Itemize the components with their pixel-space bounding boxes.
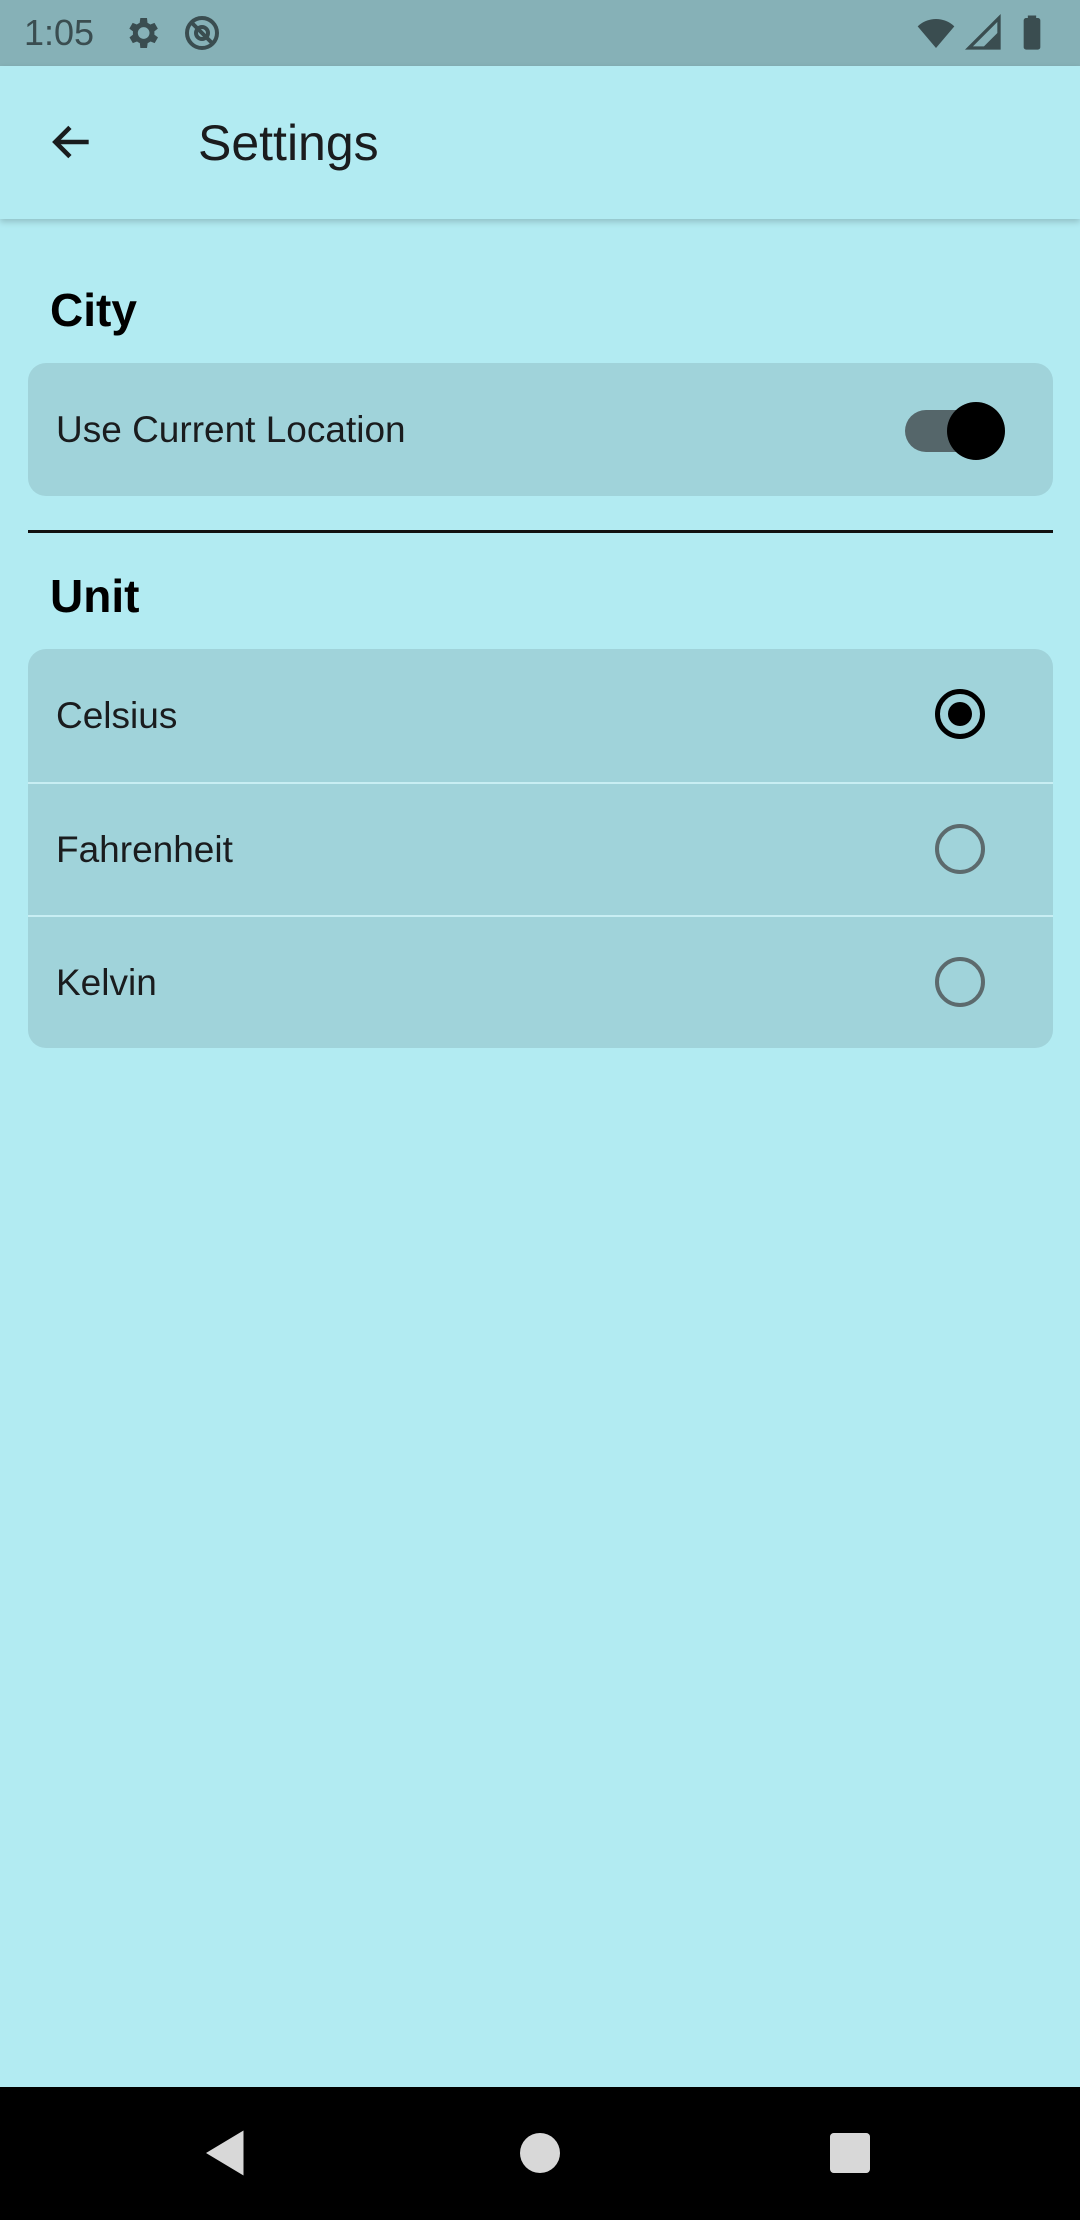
- toggle-thumb: [947, 402, 1005, 460]
- unit-option-celsius[interactable]: Celsius: [28, 649, 1053, 782]
- status-bar: 1:05: [0, 0, 1080, 66]
- use-current-location-toggle[interactable]: [905, 402, 1005, 460]
- use-current-location-label: Use Current Location: [56, 408, 406, 450]
- at-sign-icon: [182, 13, 222, 53]
- unit-option-label: Kelvin: [56, 961, 157, 1003]
- recents-square-icon: [820, 2133, 880, 2187]
- unit-option-kelvin[interactable]: Kelvin: [28, 915, 1053, 1048]
- radio-celsius[interactable]: [935, 689, 985, 739]
- radio-fahrenheit[interactable]: [935, 824, 985, 874]
- page-title: Settings: [198, 115, 379, 171]
- app-bar: Settings: [0, 66, 1080, 219]
- section-title-unit: Unit: [50, 570, 140, 622]
- wifi-icon: [916, 13, 956, 53]
- status-right-icons: [916, 13, 1060, 53]
- battery-icon: [1012, 13, 1052, 53]
- unit-option-label: Celsius: [56, 694, 178, 736]
- back-button[interactable]: [36, 108, 108, 180]
- arrow-left-icon: [47, 117, 97, 172]
- nav-back-button[interactable]: [196, 2123, 256, 2183]
- home-circle-icon: [510, 2133, 570, 2187]
- city-card: Use Current Location: [28, 363, 1053, 496]
- cellular-signal-icon: [964, 13, 1004, 53]
- nav-home-button[interactable]: [510, 2123, 570, 2183]
- unit-card: Celsius Fahrenheit Kelvin: [28, 649, 1053, 1048]
- unit-option-fahrenheit[interactable]: Fahrenheit: [28, 782, 1053, 915]
- gear-icon: [122, 13, 162, 53]
- status-time: 1:05: [24, 12, 95, 53]
- back-triangle-icon: [196, 2130, 256, 2187]
- unit-option-label: Fahrenheit: [56, 828, 233, 870]
- section-divider: [28, 530, 1053, 533]
- section-title-city: City: [50, 284, 137, 336]
- nav-recents-button[interactable]: [820, 2123, 880, 2183]
- radio-selected-dot: [948, 702, 972, 726]
- navigation-bar: [0, 2087, 1080, 2220]
- use-current-location-row[interactable]: Use Current Location: [28, 363, 1053, 496]
- radio-kelvin[interactable]: [935, 957, 985, 1007]
